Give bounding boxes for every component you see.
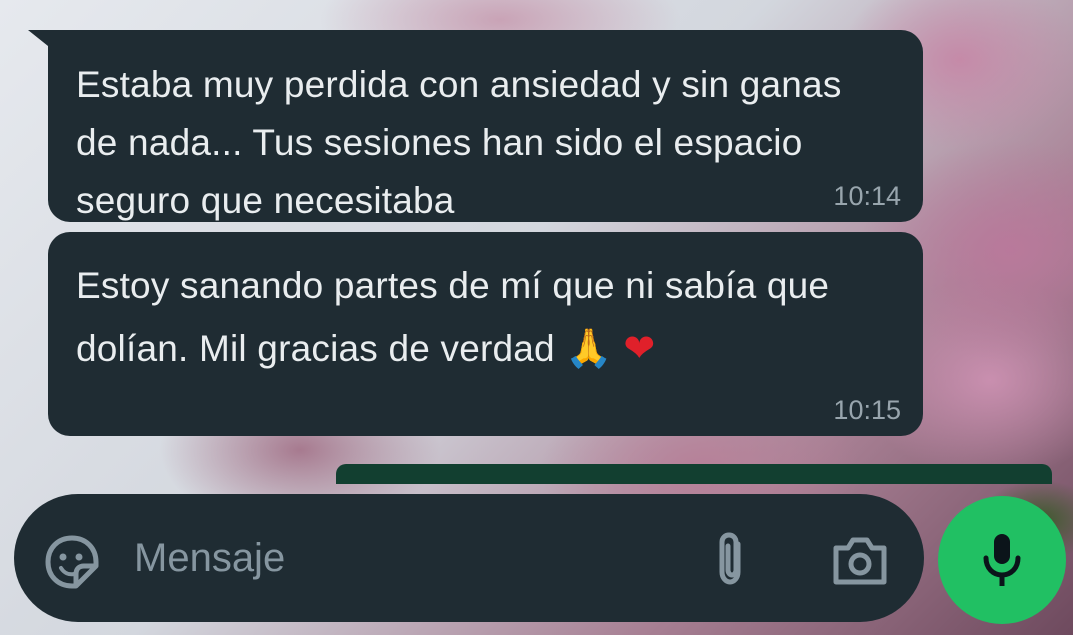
message-text: Estaba muy perdida con ansiedad y sin ga… bbox=[76, 64, 842, 221]
message-text: Estoy sanando partes de mí que ni sabía … bbox=[76, 265, 830, 369]
red-heart-emoji: ❤ bbox=[623, 328, 656, 370]
message-bubble[interactable]: Estoy sanando partes de mí que ni sabía … bbox=[48, 232, 923, 436]
camera-icon[interactable] bbox=[830, 536, 890, 586]
message-timestamp: 10:15 bbox=[833, 395, 901, 425]
folded-hands-emoji: 🙏 bbox=[565, 328, 613, 370]
microphone-icon bbox=[983, 534, 1021, 586]
paperclip-icon[interactable] bbox=[710, 530, 750, 588]
message-composer: Mensaje bbox=[14, 494, 924, 622]
sticker-icon[interactable] bbox=[44, 534, 100, 590]
microphone-button[interactable] bbox=[938, 496, 1066, 624]
bubble-tail bbox=[28, 30, 48, 46]
message-input[interactable]: Mensaje bbox=[134, 536, 285, 581]
message-text-wrapper: Estoy sanando partes de mí que ni sabía … bbox=[76, 254, 883, 381]
message-timestamp: 10:14 bbox=[833, 181, 901, 211]
message-bubble[interactable]: Estaba muy perdida con ansiedad y sin ga… bbox=[48, 30, 923, 222]
composer-top-bar bbox=[336, 464, 1052, 484]
